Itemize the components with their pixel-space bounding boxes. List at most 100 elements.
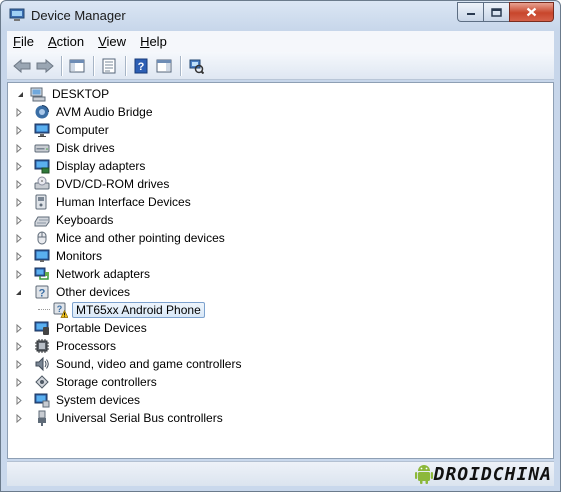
menu-action[interactable]: Action <box>42 34 90 49</box>
tree-category-system-devices[interactable]: System devices <box>16 391 142 409</box>
show-action-pane-button[interactable] <box>153 55 175 77</box>
window-title: Device Manager <box>31 8 126 23</box>
scan-hardware-changes-button[interactable] <box>185 55 207 77</box>
help-book-icon: ? <box>134 58 148 73</box>
help-button[interactable]: ? <box>130 55 152 77</box>
expand-chevron-icon[interactable] <box>14 324 23 333</box>
tree-node-label: System devices <box>56 393 141 407</box>
hid-icon <box>35 194 47 210</box>
toolbar-separator <box>61 55 62 76</box>
storage-controller-icon <box>35 375 49 389</box>
expand-chevron-icon[interactable] <box>14 378 23 387</box>
menu-help[interactable]: Help <box>134 34 173 49</box>
minimize-button[interactable] <box>457 2 483 22</box>
expand-chevron-icon[interactable] <box>14 396 23 405</box>
expand-chevron-icon[interactable] <box>14 414 23 423</box>
console-tree-icon <box>69 59 85 72</box>
system-devices-icon <box>34 393 50 408</box>
close-button[interactable] <box>509 2 554 22</box>
tree-node-label: Portable Devices <box>56 321 147 335</box>
expand-chevron-icon[interactable] <box>14 270 23 279</box>
svg-text:?: ? <box>57 304 63 314</box>
menu-help-label: elp <box>149 34 167 49</box>
tree-node-label: Mice and other pointing devices <box>56 231 225 245</box>
tree-node-label: Universal Serial Bus controllers <box>56 411 223 425</box>
collapse-chevron-icon[interactable] <box>14 288 23 297</box>
status-bar: DROIDCHINA <box>7 461 554 486</box>
menu-file[interactable]: File <box>7 34 40 49</box>
tree-category-universal-serial-bus-controllers[interactable]: Universal Serial Bus controllers <box>16 409 225 427</box>
monitor-icon <box>34 249 50 262</box>
tree-node-label: Keyboards <box>56 213 114 227</box>
expand-chevron-icon[interactable] <box>14 342 23 351</box>
show-hide-console-tree-button[interactable] <box>66 55 88 77</box>
expand-chevron-icon[interactable] <box>14 126 23 135</box>
expand-chevron-icon[interactable] <box>14 108 23 117</box>
keyboard-icon <box>34 216 50 227</box>
tree-category-dvd-cd-rom-drives[interactable]: DVD/CD-ROM drives <box>16 175 171 193</box>
tree-category-storage-controllers[interactable]: Storage controllers <box>16 373 159 391</box>
window-controls <box>457 2 554 22</box>
tree-node-label: AVM Audio Bridge <box>56 105 153 119</box>
collapse-chevron-icon[interactable] <box>16 90 25 99</box>
tree-category-monitors[interactable]: Monitors <box>16 247 104 265</box>
tree-root-desktop[interactable]: DESKTOP <box>16 85 111 103</box>
tree-category-mice-and-other-pointing-devices[interactable]: Mice and other pointing devices <box>16 229 227 247</box>
forward-button[interactable] <box>34 55 56 77</box>
tree-node-label: Other devices <box>56 285 131 299</box>
menu-view-label: iew <box>106 34 127 49</box>
tree-node-label: Human Interface Devices <box>56 195 191 209</box>
menu-view-mnemonic: V <box>98 34 107 49</box>
tree-category-keyboards[interactable]: Keyboards <box>16 211 115 229</box>
device-tree-pane[interactable]: DESKTOP AVM Audio Bridge Computer Disk dri… <box>7 82 554 459</box>
minimize-icon <box>466 13 475 15</box>
expand-chevron-icon[interactable] <box>14 234 23 243</box>
properties-icon <box>102 58 116 73</box>
back-button[interactable] <box>11 55 33 77</box>
expand-chevron-icon[interactable] <box>14 198 23 207</box>
tree-category-display-adapters[interactable]: Display adapters <box>16 157 147 175</box>
forward-arrow-icon <box>36 58 54 73</box>
title-bar[interactable]: Device Manager <box>1 1 560 31</box>
scan-hardware-icon <box>189 59 204 74</box>
maximize-button[interactable] <box>483 2 509 22</box>
expand-chevron-icon[interactable] <box>14 162 23 171</box>
tree-category-sound-video-and-game-controllers[interactable]: Sound, video and game controllers <box>16 355 243 373</box>
tree-device-mt65xx-android-phone[interactable]: ? MT65xx Android Phone <box>38 301 205 319</box>
tree-category-other-devices[interactable]: ? Other devices <box>16 283 132 301</box>
android-robot-icon <box>414 465 433 484</box>
tree-category-disk-drives[interactable]: Disk drives <box>16 139 117 157</box>
tree-category-human-interface-devices[interactable]: Human Interface Devices <box>16 193 193 211</box>
display-adapter-icon <box>34 159 50 174</box>
processor-icon <box>35 339 49 353</box>
sound-icon <box>35 356 49 372</box>
computer-icon <box>34 123 50 137</box>
warning-device-icon: ? <box>53 302 68 318</box>
properties-button[interactable] <box>98 55 120 77</box>
menu-view[interactable]: View <box>92 34 132 49</box>
menu-action-label: ction <box>56 34 85 49</box>
tree-node-label: Processors <box>56 339 117 353</box>
svg-text:?: ? <box>138 61 145 73</box>
droidchina-watermark: DROIDCHINA <box>414 462 552 486</box>
expand-chevron-icon[interactable] <box>14 360 23 369</box>
expand-chevron-icon[interactable] <box>14 144 23 153</box>
tree-connector-line <box>38 309 50 310</box>
expand-chevron-icon[interactable] <box>14 216 23 225</box>
watermark-text: DROIDCHINA <box>433 463 552 485</box>
device-tree: DESKTOP AVM Audio Bridge Computer Disk dri… <box>8 83 553 458</box>
disk-drive-icon <box>34 144 50 153</box>
menu-action-mnemonic: A <box>47 34 57 49</box>
tree-category-computer[interactable]: Computer <box>16 121 111 139</box>
expand-chevron-icon[interactable] <box>14 252 23 261</box>
tree-node-label: Network adapters <box>56 267 151 281</box>
tree-node-label: Display adapters <box>56 159 146 173</box>
tree-category-processors[interactable]: Processors <box>16 337 118 355</box>
expand-chevron-icon[interactable] <box>14 180 23 189</box>
tree-node-label: Sound, video and game controllers <box>56 357 242 371</box>
tree-category-portable-devices[interactable]: Portable Devices <box>16 319 149 337</box>
tree-category-avm-audio-bridge[interactable]: AVM Audio Bridge <box>16 103 155 121</box>
svg-text:?: ? <box>39 288 46 300</box>
maximize-icon <box>491 7 502 17</box>
tree-category-network-adapters[interactable]: Network adapters <box>16 265 152 283</box>
